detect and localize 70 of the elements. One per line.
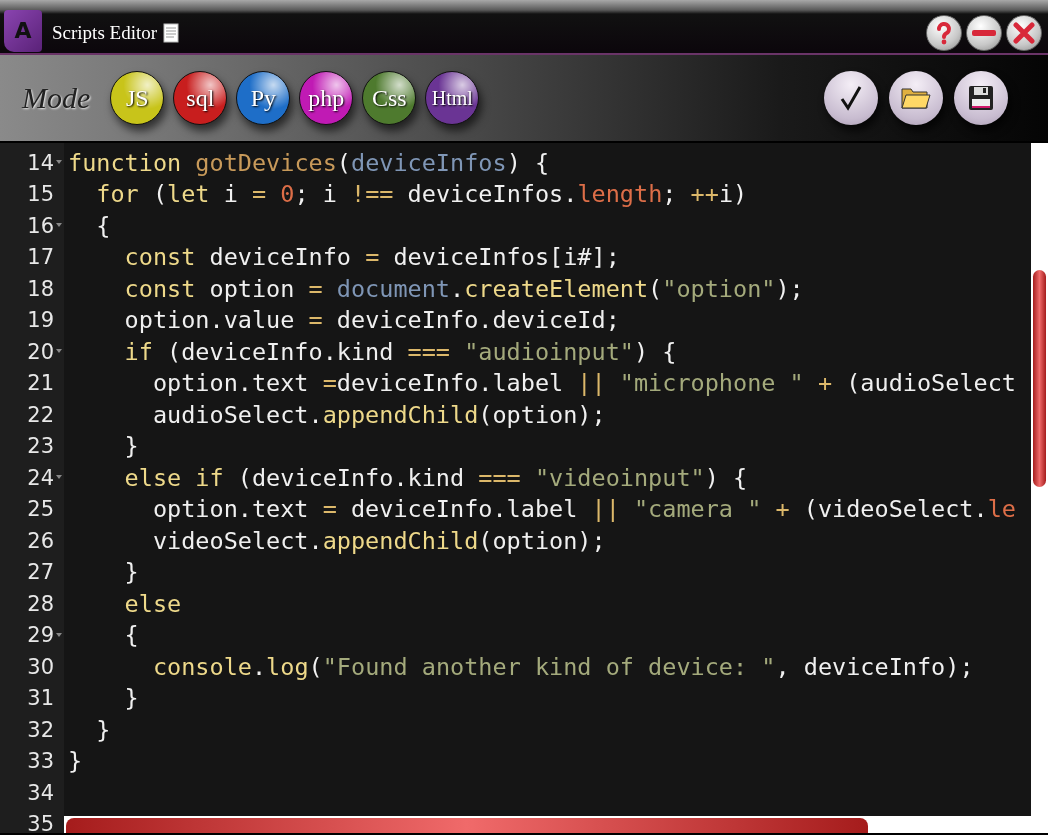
- minimize-icon: [971, 27, 997, 38]
- minimize-button[interactable]: [966, 14, 1002, 51]
- code-line: console.log("Found another kind of device: ", deviceInfo);: [151, 652, 974, 681]
- fold-icon[interactable]: [56, 475, 62, 479]
- save-button[interactable]: [954, 71, 1008, 125]
- code-line: function gotDevices(deviceInfos) {: [68, 148, 550, 177]
- mode-button[interactable]: Css: [362, 71, 417, 125]
- close-button[interactable]: [1006, 14, 1042, 51]
- code-line: option.text =deviceInfo.label || "microphone " + (audioSelect: [151, 369, 1016, 398]
- code-line: videoSelect.appendChild(option);: [151, 526, 606, 555]
- code-line: }: [123, 558, 139, 587]
- code-line: audioSelect.appendChild(option);: [151, 400, 606, 429]
- line-number: 26: [27, 528, 54, 553]
- fold-icon[interactable]: [56, 632, 62, 637]
- code-line: }: [123, 432, 139, 461]
- line-number: 15: [27, 182, 54, 207]
- code-line: const deviceInfo = deviceInfos[i#];: [123, 243, 620, 272]
- line-number: 16: [27, 213, 54, 238]
- line-number: 22: [27, 402, 54, 427]
- folder-icon: [901, 86, 931, 110]
- app-logo: A: [4, 9, 42, 52]
- line-number: 27: [27, 560, 54, 585]
- line-number: 33: [27, 749, 54, 774]
- fold-icon[interactable]: [56, 160, 62, 164]
- mode-button[interactable]: Html: [425, 71, 480, 125]
- line-number: 25: [27, 497, 54, 522]
- line-number: 31: [27, 686, 54, 711]
- line-number: 18: [27, 276, 54, 301]
- mode-button[interactable]: Py: [236, 71, 291, 125]
- line-number: 35: [27, 812, 54, 833]
- code-line: }: [95, 715, 111, 744]
- code-line: }: [68, 747, 83, 776]
- code-line: }: [123, 684, 139, 713]
- fold-icon[interactable]: [56, 223, 62, 227]
- code-line: for (let i = 0; i !== deviceInfos.length; ++i): [95, 180, 748, 209]
- line-number: 17: [27, 245, 54, 270]
- code-line: {: [95, 211, 111, 240]
- vertical-scrollbar[interactable]: [1031, 143, 1048, 816]
- line-number: 32: [27, 717, 54, 742]
- window-title: Scripts Editor: [52, 21, 158, 44]
- line-number: 20: [27, 339, 54, 364]
- code-line: else: [123, 589, 182, 618]
- code-line: option.value = deviceInfo.deviceId;: [123, 306, 620, 335]
- mode-label: Mode: [22, 81, 91, 115]
- code-line: else if (deviceInfo.kind === "videoinput") {: [123, 463, 748, 492]
- code-line: if (deviceInfo.kind === "audioinput") {: [123, 337, 677, 366]
- horizontal-scrollbar[interactable]: [64, 816, 1048, 833]
- document-icon: [163, 22, 180, 43]
- line-number: 23: [27, 434, 54, 459]
- help-button[interactable]: [926, 14, 962, 51]
- code-line: option.text = deviceInfo.label || "camera " + (videoSelect.le: [151, 495, 1016, 524]
- code-line: {: [123, 621, 139, 650]
- line-number: 34: [27, 780, 54, 805]
- line-number: 24: [27, 465, 54, 490]
- mode-button[interactable]: sql: [173, 71, 228, 125]
- apply-button[interactable]: [824, 71, 878, 125]
- line-number: 14: [27, 150, 54, 175]
- line-number: 29: [27, 623, 54, 648]
- scrollbar-thumb[interactable]: [1033, 270, 1046, 487]
- scrollbar-thumb[interactable]: [66, 818, 868, 833]
- line-number: 19: [27, 308, 54, 333]
- close-icon: [1012, 20, 1036, 45]
- checkmark-icon: [839, 85, 863, 111]
- line-number: 21: [27, 371, 54, 396]
- line-number: 28: [27, 591, 54, 616]
- open-folder-button[interactable]: [889, 71, 943, 125]
- fold-icon[interactable]: [56, 349, 62, 353]
- mode-button[interactable]: php: [299, 71, 354, 125]
- code-line: const option = document.createElement("option");: [123, 274, 804, 303]
- line-number: 30: [27, 654, 54, 679]
